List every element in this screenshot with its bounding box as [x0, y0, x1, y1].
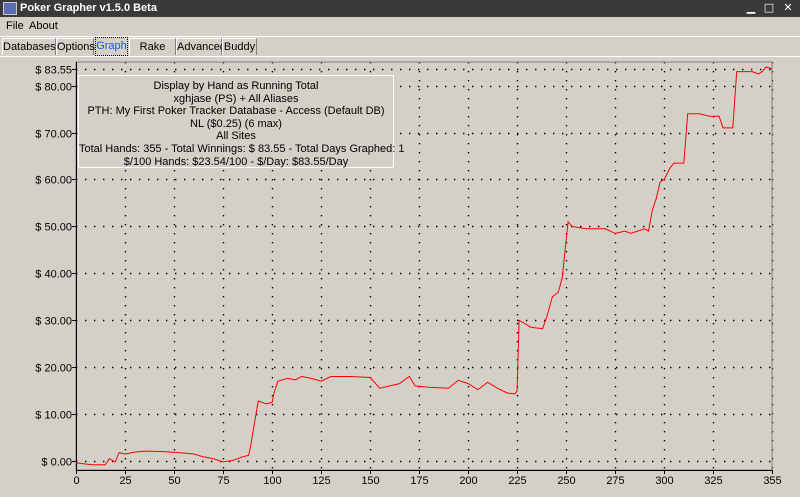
y-tick-label: $ 50.00	[35, 222, 72, 234]
x-tick-label: 300	[655, 475, 673, 487]
x-tick-label: 275	[606, 475, 624, 487]
x-tick-label: 355	[763, 475, 781, 487]
y-tick-label: $ 30.00	[35, 316, 72, 328]
info-line-sites: All Sites	[216, 130, 256, 143]
x-tick-label: 225	[508, 475, 526, 487]
x-tick-label: 175	[410, 475, 428, 487]
x-tick-label: 325	[704, 475, 722, 487]
x-tick-label: 150	[361, 475, 379, 487]
y-tick-label: $ 0.00	[41, 457, 72, 469]
info-line-player: xghjase (PS) + All Aliases	[173, 92, 299, 105]
y-tick-label: $ 83.55	[35, 65, 72, 77]
x-tick-label: 0	[73, 475, 79, 487]
info-line-totals: Total Hands: 355 - Total Winnings: $ 83.…	[79, 142, 405, 155]
info-line-display-mode: Display by Hand as Running Total	[153, 80, 319, 92]
info-line-database: PTH: My First Poker Tracker Database - A…	[87, 105, 385, 118]
y-tick-label: $ 70.00	[35, 129, 72, 141]
y-tick-label: $ 10.00	[35, 410, 72, 422]
graph-info-box: Display by Hand as Running Total xghjase…	[78, 75, 405, 168]
x-tick-label: 25	[119, 475, 131, 487]
y-tick-label: $ 80.00	[35, 82, 72, 94]
y-tick-label: $ 40.00	[35, 269, 72, 281]
info-line-rates: $/100 Hands: $23.54/100 - $/Day: $83.55/…	[123, 155, 349, 168]
x-tick-label: 200	[459, 475, 477, 487]
y-tick-label: $ 20.00	[35, 363, 72, 375]
x-tick-label: 75	[217, 475, 229, 487]
info-line-limit: NL ($0.25) (6 max)	[190, 117, 282, 130]
y-tick-label: $ 60.00	[35, 175, 72, 187]
x-tick-label: 250	[557, 475, 575, 487]
x-tick-label: 100	[263, 475, 281, 487]
x-tick-label: 125	[312, 475, 330, 487]
x-tick-label: 50	[168, 475, 180, 487]
